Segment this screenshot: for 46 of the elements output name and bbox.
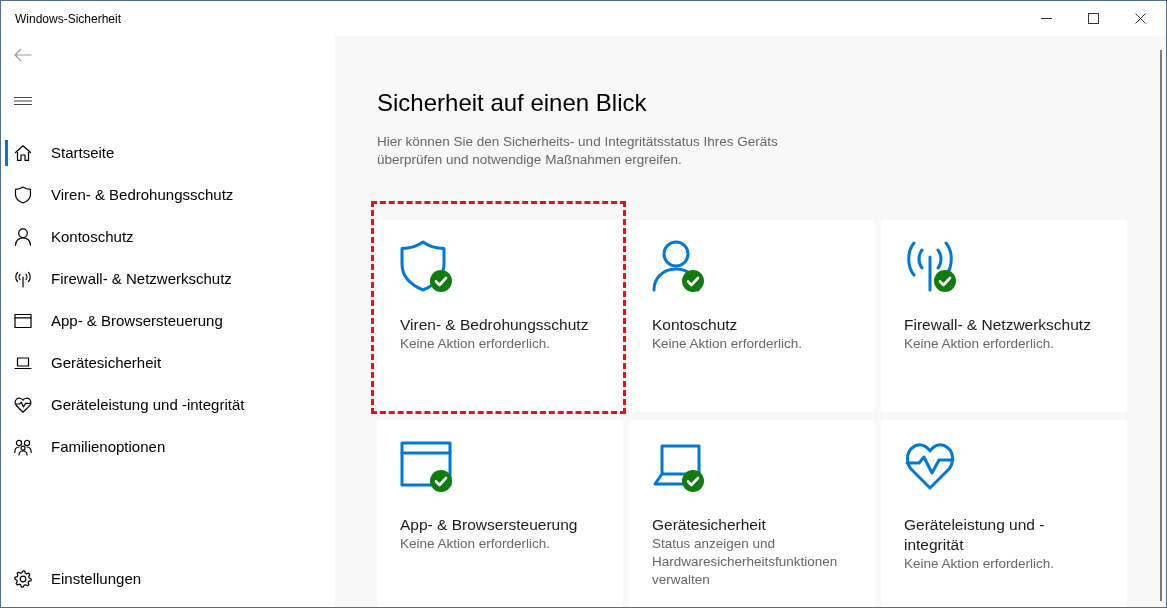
heart-pulse-icon: [14, 396, 32, 414]
settings-item[interactable]: Einstellungen: [5, 566, 327, 592]
shield-icon: [14, 186, 32, 204]
card-title: Gerätesicherheit: [652, 515, 767, 535]
family-icon: [14, 438, 32, 456]
security-card[interactable]: App- & Browsersteuerung Keine Aktion erforderlich.: [377, 420, 623, 607]
window-title: Windows-Sicherheit: [15, 10, 122, 28]
security-card[interactable]: Geräteleistung und -integrität Keine Aktion erforderlich.: [881, 420, 1127, 607]
page-heading: Sicherheit auf einen Blick: [377, 88, 647, 118]
maximize-icon: [1088, 13, 1099, 24]
card-title: Viren- & Bedrohungsschutz: [400, 315, 590, 335]
security-card[interactable]: Firewall- & Netzwerkschutz Keine Aktion erforderlich.: [881, 220, 1127, 412]
card-status: Status anzeigen und Hardwaresicherheitsfunktionen verwalten: [652, 535, 839, 589]
page-description: Hier können Sie den Sicherheits- und Integritätsstatus Ihres Geräts überprüfen und notwendige Maßnahmen ergreifen.: [377, 133, 779, 169]
minimize-icon: [1041, 18, 1052, 19]
laptop-icon: [14, 354, 32, 372]
card-status: Keine Aktion erforderlich.: [904, 335, 1056, 353]
nav-item[interactable]: Gerätesicherheit: [5, 350, 327, 376]
nav-item[interactable]: App- & Browsersteuerung: [5, 308, 327, 334]
scrollbar[interactable]: [1160, 50, 1162, 601]
security-card[interactable]: Gerätesicherheit Status anzeigen und Hardwaresicherheitsfunktionen verwalten: [629, 420, 875, 607]
card-status: Keine Aktion erforderlich.: [904, 555, 1056, 573]
card-title: Kontoschutz: [652, 315, 739, 335]
heart-pulse-icon: [904, 440, 956, 492]
nav-item[interactable]: Geräteleistung und -integrität: [5, 392, 327, 418]
antenna-icon: [14, 270, 32, 288]
security-card[interactable]: Kontoschutz Keine Aktion erforderlich.: [629, 220, 875, 412]
person-icon: [14, 228, 32, 246]
card-title: Geräteleistung und -integrität: [904, 515, 1046, 555]
home-icon: [14, 144, 32, 162]
nav-item[interactable]: Kontoschutz: [5, 224, 327, 250]
nav-item[interactable]: Startseite: [5, 140, 327, 166]
back-arrow-icon: [14, 48, 32, 62]
card-title: App- & Browsersteuerung: [400, 515, 579, 535]
nav-item[interactable]: Firewall- & Netzwerkschutz: [5, 266, 327, 292]
settings-icon: [14, 570, 32, 588]
close-icon: [1135, 13, 1146, 24]
window-icon: [14, 312, 32, 330]
nav-item[interactable]: Viren- & Bedrohungsschutz: [5, 182, 327, 208]
card-title: Firewall- & Netzwerkschutz: [904, 315, 1092, 335]
nav-item[interactable]: Familienoptionen: [5, 434, 327, 460]
card-status: Keine Aktion erforderlich.: [652, 335, 804, 353]
antenna-icon: [904, 240, 956, 292]
card-status: Keine Aktion erforderlich.: [400, 535, 552, 553]
card-status: Keine Aktion erforderlich.: [400, 335, 552, 353]
menu-icon: [14, 97, 32, 105]
